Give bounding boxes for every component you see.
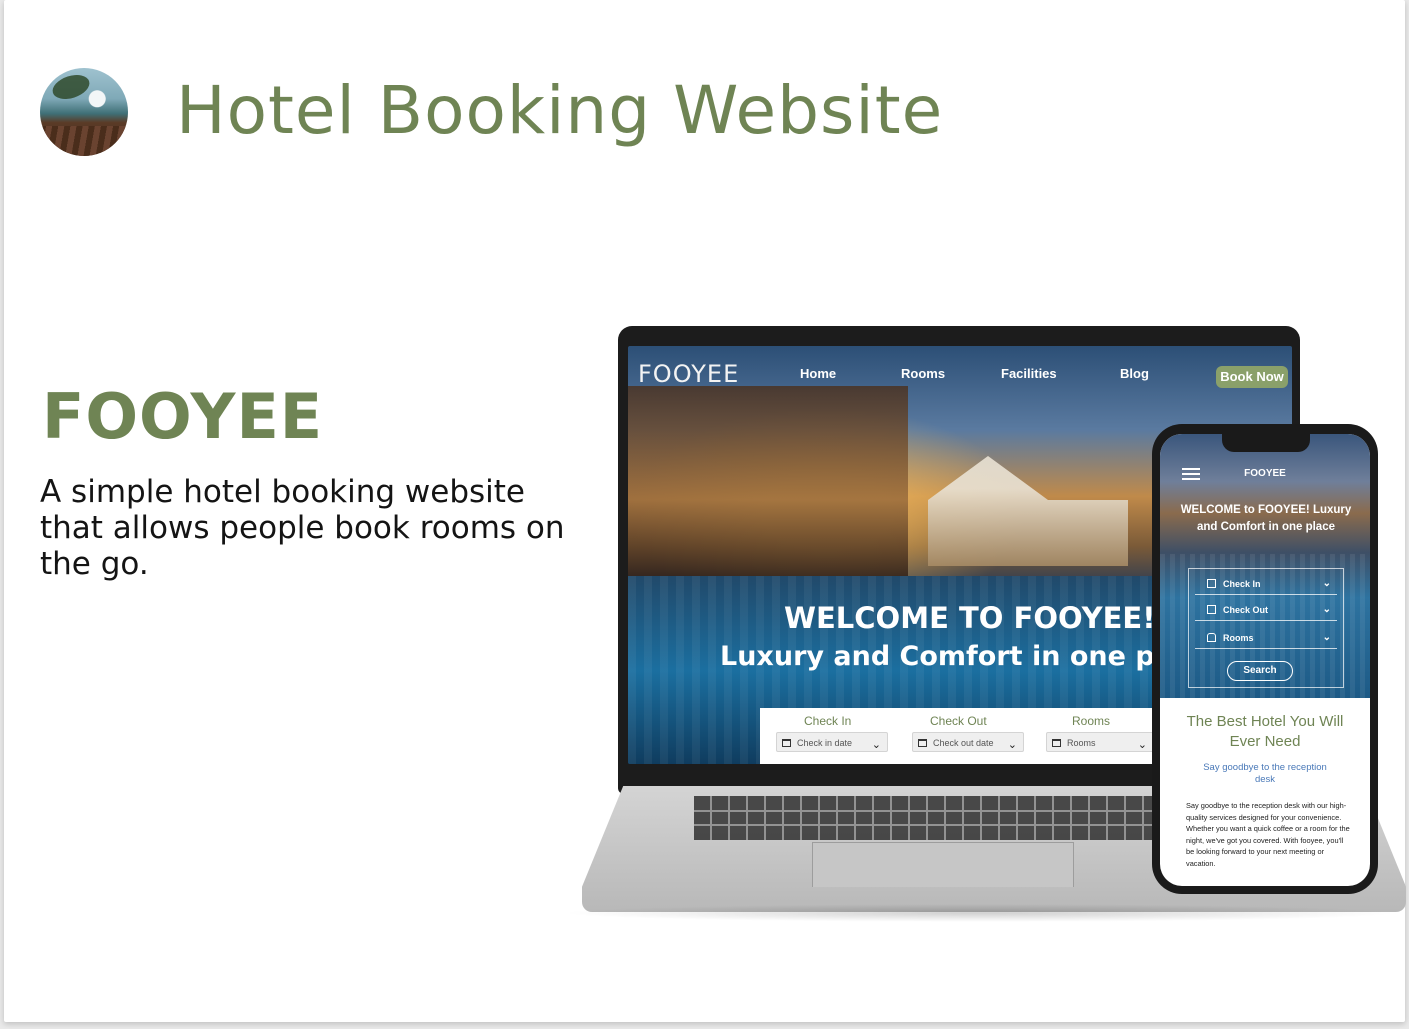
mobile-rooms-label: Rooms xyxy=(1223,633,1254,643)
phone-notch xyxy=(1222,432,1310,452)
mobile-hero: FOOYEE WELCOME to FOOYEE! Luxury and Com… xyxy=(1160,434,1370,698)
calendar-icon xyxy=(1052,739,1061,747)
check-in-label: Check In xyxy=(804,714,852,728)
mobile-booking-form: Check In ⌄ Check Out ⌄ Rooms ⌄ Search xyxy=(1188,568,1344,688)
beach-resort-avatar-icon xyxy=(40,68,128,156)
check-out-label: Check Out xyxy=(930,714,987,728)
project-description: A simple hotel booking website that allo… xyxy=(40,474,565,582)
mobile-rooms-select[interactable]: Rooms ⌄ xyxy=(1195,627,1337,649)
chevron-down-icon: ⌄ xyxy=(1322,604,1331,615)
chevron-down-icon: ⌄ xyxy=(1137,739,1147,751)
laptop-keyboard xyxy=(694,796,1174,840)
mobile-check-out-select[interactable]: Check Out ⌄ xyxy=(1195,599,1337,621)
chevron-down-icon: ⌄ xyxy=(1007,739,1017,751)
rooms-label: Rooms xyxy=(1072,714,1111,728)
mobile-section-subheading[interactable]: Say goodbye to the reception desk xyxy=(1200,762,1330,786)
check-in-placeholder: Check in date xyxy=(797,738,853,748)
project-name: FOOYEE xyxy=(42,380,324,453)
rooms-placeholder: Rooms xyxy=(1067,738,1096,748)
rooms-select[interactable]: Rooms ⌄ xyxy=(1046,732,1154,752)
check-out-select[interactable]: Check out date ⌄ xyxy=(912,732,1024,752)
calendar-icon xyxy=(782,739,791,747)
laptop-trackpad xyxy=(812,842,1074,887)
laptop-shadow xyxy=(560,904,1400,922)
desktop-nav-rooms[interactable]: Rooms xyxy=(901,366,945,381)
mobile-check-out-label: Check Out xyxy=(1223,605,1269,615)
desktop-nav-facilities[interactable]: Facilities xyxy=(1001,366,1057,381)
desktop-nav-home[interactable]: Home xyxy=(800,366,836,381)
page-title: Hotel Booking Website xyxy=(176,72,944,149)
desktop-nav-blog[interactable]: Blog xyxy=(1120,366,1149,381)
mobile-site-logo[interactable]: FOOYEE xyxy=(1160,468,1370,479)
bed-icon xyxy=(1207,633,1216,642)
calendar-icon xyxy=(1207,579,1216,588)
desktop-welcome-subheading: Luxury and Comfort in one p xyxy=(720,641,1155,672)
desktop-site-logo[interactable]: FOOYEE xyxy=(638,360,739,388)
calendar-icon xyxy=(1207,605,1216,614)
mobile-section-heading: The Best Hotel You Will Ever Need xyxy=(1186,713,1344,750)
search-button[interactable]: Search xyxy=(1227,661,1293,681)
calendar-icon xyxy=(918,739,927,747)
chevron-down-icon: ⌄ xyxy=(1322,578,1331,589)
mobile-check-in-select[interactable]: Check In ⌄ xyxy=(1195,573,1337,595)
check-in-select[interactable]: Check in date ⌄ xyxy=(776,732,888,752)
mobile-site-screenshot: FOOYEE WELCOME to FOOYEE! Luxury and Com… xyxy=(1160,434,1370,886)
book-now-button[interactable]: Book Now xyxy=(1216,366,1288,388)
mobile-check-in-label: Check In xyxy=(1223,579,1261,589)
chevron-down-icon: ⌄ xyxy=(871,739,881,751)
chevron-down-icon: ⌄ xyxy=(1322,632,1331,643)
desktop-welcome-heading: WELCOME TO FOOYEE! xyxy=(784,601,1156,635)
mobile-welcome-heading: WELCOME to FOOYEE! Luxury and Comfort in… xyxy=(1180,504,1352,533)
mobile-section-body: Say goodbye to the reception desk with o… xyxy=(1186,801,1350,868)
check-out-placeholder: Check out date xyxy=(933,738,994,748)
